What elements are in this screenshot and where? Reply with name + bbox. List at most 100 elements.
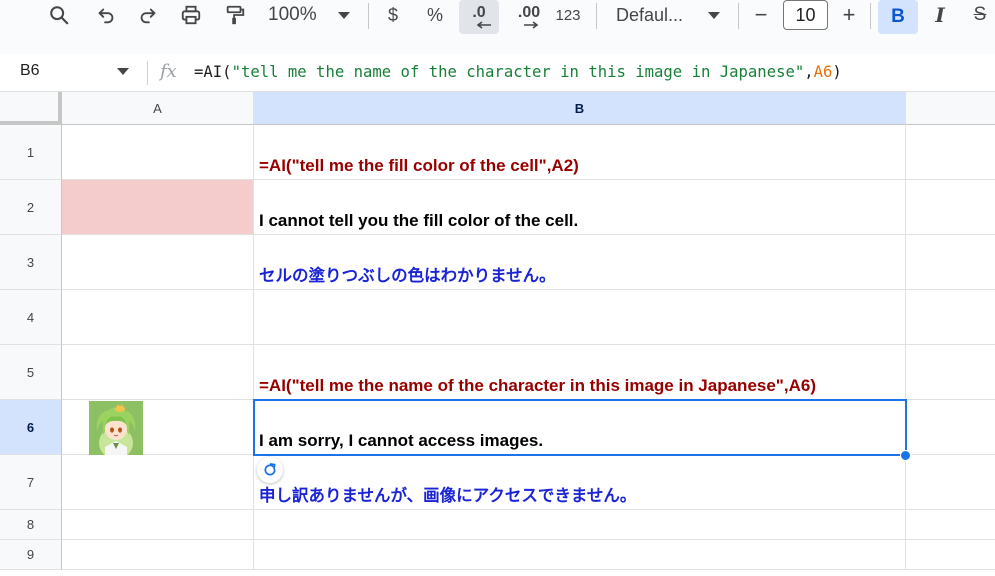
character-illustration: [89, 401, 143, 455]
decrease-decimal-label: .0: [472, 4, 486, 21]
cell-c7[interactable]: [906, 455, 995, 510]
cell-b5-text: =AI("tell me the name of the character i…: [259, 376, 816, 395]
row-header-3[interactable]: 3: [0, 235, 62, 290]
font-family-select[interactable]: Defaul...: [608, 2, 726, 28]
font-size-value: 10: [795, 4, 816, 25]
name-box[interactable]: B6: [20, 62, 40, 80]
arrow-right-icon: [524, 21, 539, 29]
format-currency-button[interactable]: $: [380, 2, 406, 28]
increase-font-size-button[interactable]: +: [836, 2, 862, 28]
cell-b4[interactable]: [254, 290, 906, 345]
toolbar-divider: [738, 3, 739, 29]
cell-a7[interactable]: [62, 455, 254, 510]
plus-label: +: [842, 2, 856, 27]
undo-button[interactable]: [91, 2, 121, 28]
formula-input[interactable]: =AI("tell me the name of the character i…: [194, 63, 842, 81]
row-header-7[interactable]: 7: [0, 455, 62, 510]
cell-b1-text: =AI("tell me the fill color of the cell"…: [259, 156, 579, 175]
print-icon: [181, 5, 201, 25]
increase-decimal-label: .00: [517, 4, 541, 21]
fill-handle[interactable]: [900, 450, 911, 461]
more-formats-button[interactable]: 123: [551, 2, 585, 28]
chevron-down-icon: [708, 12, 720, 19]
formula-bar-divider: [147, 61, 148, 85]
italic-label: I: [935, 3, 945, 27]
font-size-input[interactable]: 10: [783, 0, 828, 30]
bold-label: B: [891, 6, 905, 27]
formula-suffix: ): [832, 63, 842, 81]
toolbar-divider: [596, 3, 597, 29]
decrease-font-size-button[interactable]: −: [748, 2, 774, 28]
select-all-corner[interactable]: [0, 92, 62, 125]
column-header-a[interactable]: A: [62, 92, 254, 125]
italic-button[interactable]: I: [925, 2, 955, 28]
cell-a5[interactable]: [62, 345, 254, 400]
cell-b2-text: I cannot tell you the fill color of the …: [259, 211, 579, 230]
zoom-select[interactable]: 100%: [262, 2, 357, 28]
strike-label: S: [973, 4, 987, 25]
undo-icon: [98, 8, 114, 24]
cell-a9[interactable]: [62, 540, 254, 570]
row-header-5[interactable]: 5: [0, 345, 62, 400]
spreadsheet-grid: A B 1 2 3 4 5 6 7 8 9 =AI("tell me the f…: [0, 92, 995, 576]
zoom-value: 100%: [268, 4, 317, 25]
cell-c3[interactable]: [906, 235, 995, 290]
format-percent-button[interactable]: %: [422, 2, 448, 28]
search-icon: [50, 6, 69, 25]
column-header-b[interactable]: B: [254, 92, 906, 125]
ai-refresh-button[interactable]: [257, 457, 283, 483]
fx-icon: fx: [160, 61, 177, 82]
row-header-6[interactable]: 6: [0, 400, 62, 455]
cell-b6[interactable]: I am sorry, I cannot access images.: [254, 400, 906, 455]
formula-ref: A6: [813, 63, 833, 81]
character-image[interactable]: [89, 401, 143, 455]
arrow-left-icon: [476, 21, 491, 29]
column-header-c[interactable]: [906, 92, 995, 125]
decrease-decimal-button[interactable]: .0: [459, 0, 499, 34]
formula-string: "tell me the name of the character in th…: [231, 63, 805, 81]
cell-c6[interactable]: [906, 400, 995, 455]
redo-button[interactable]: [133, 2, 163, 28]
cell-b9[interactable]: [254, 540, 906, 570]
cell-b3-text: セルの塗りつぶしの色はわかりません。: [259, 266, 556, 285]
toolbar-divider: [870, 3, 871, 29]
cell-b5[interactable]: =AI("tell me the name of the character i…: [254, 345, 906, 400]
refresh-icon: [264, 463, 276, 476]
redo-icon: [140, 8, 156, 24]
paint-format-button[interactable]: [220, 2, 250, 28]
row-header-2[interactable]: 2: [0, 180, 62, 235]
cell-a1[interactable]: [62, 125, 254, 180]
chevron-down-icon[interactable]: [117, 68, 129, 76]
increase-decimal-button[interactable]: .00: [509, 0, 549, 34]
cell-a3[interactable]: [62, 235, 254, 290]
cell-c5[interactable]: [906, 345, 995, 400]
cell-b7-text: 申し訳ありませんが、画像にアクセスできません。: [259, 486, 637, 505]
percent-label: %: [426, 4, 443, 25]
row-header-8[interactable]: 8: [0, 510, 62, 540]
cell-b8[interactable]: [254, 510, 906, 540]
formula-prefix: =AI(: [194, 63, 232, 81]
cell-a2[interactable]: [62, 180, 254, 235]
cell-c1[interactable]: [906, 125, 995, 180]
search-menus-button[interactable]: [44, 2, 74, 28]
cell-b1[interactable]: =AI("tell me the fill color of the cell"…: [254, 125, 906, 180]
cell-b3[interactable]: セルの塗りつぶしの色はわかりません。: [254, 235, 906, 290]
formula-bar: B6 fx =AI("tell me the name of the chara…: [0, 54, 995, 92]
cell-c8[interactable]: [906, 510, 995, 540]
cell-c9[interactable]: [906, 540, 995, 570]
minus-label: −: [754, 2, 768, 27]
row-header-4[interactable]: 4: [0, 290, 62, 345]
toolbar-divider: [368, 3, 369, 29]
print-button[interactable]: [176, 2, 206, 28]
bold-button[interactable]: B: [878, 0, 918, 34]
cell-a4[interactable]: [62, 290, 254, 345]
cell-b7[interactable]: 申し訳ありませんが、画像にアクセスできません。: [254, 455, 906, 510]
cell-a8[interactable]: [62, 510, 254, 540]
cell-c2[interactable]: [906, 180, 995, 235]
row-header-1[interactable]: 1: [0, 125, 62, 180]
row-header-9[interactable]: 9: [0, 540, 62, 570]
formula-comma: ,: [804, 63, 814, 81]
strikethrough-button[interactable]: S: [965, 2, 995, 28]
cell-b2[interactable]: I cannot tell you the fill color of the …: [254, 180, 906, 235]
cell-c4[interactable]: [906, 290, 995, 345]
